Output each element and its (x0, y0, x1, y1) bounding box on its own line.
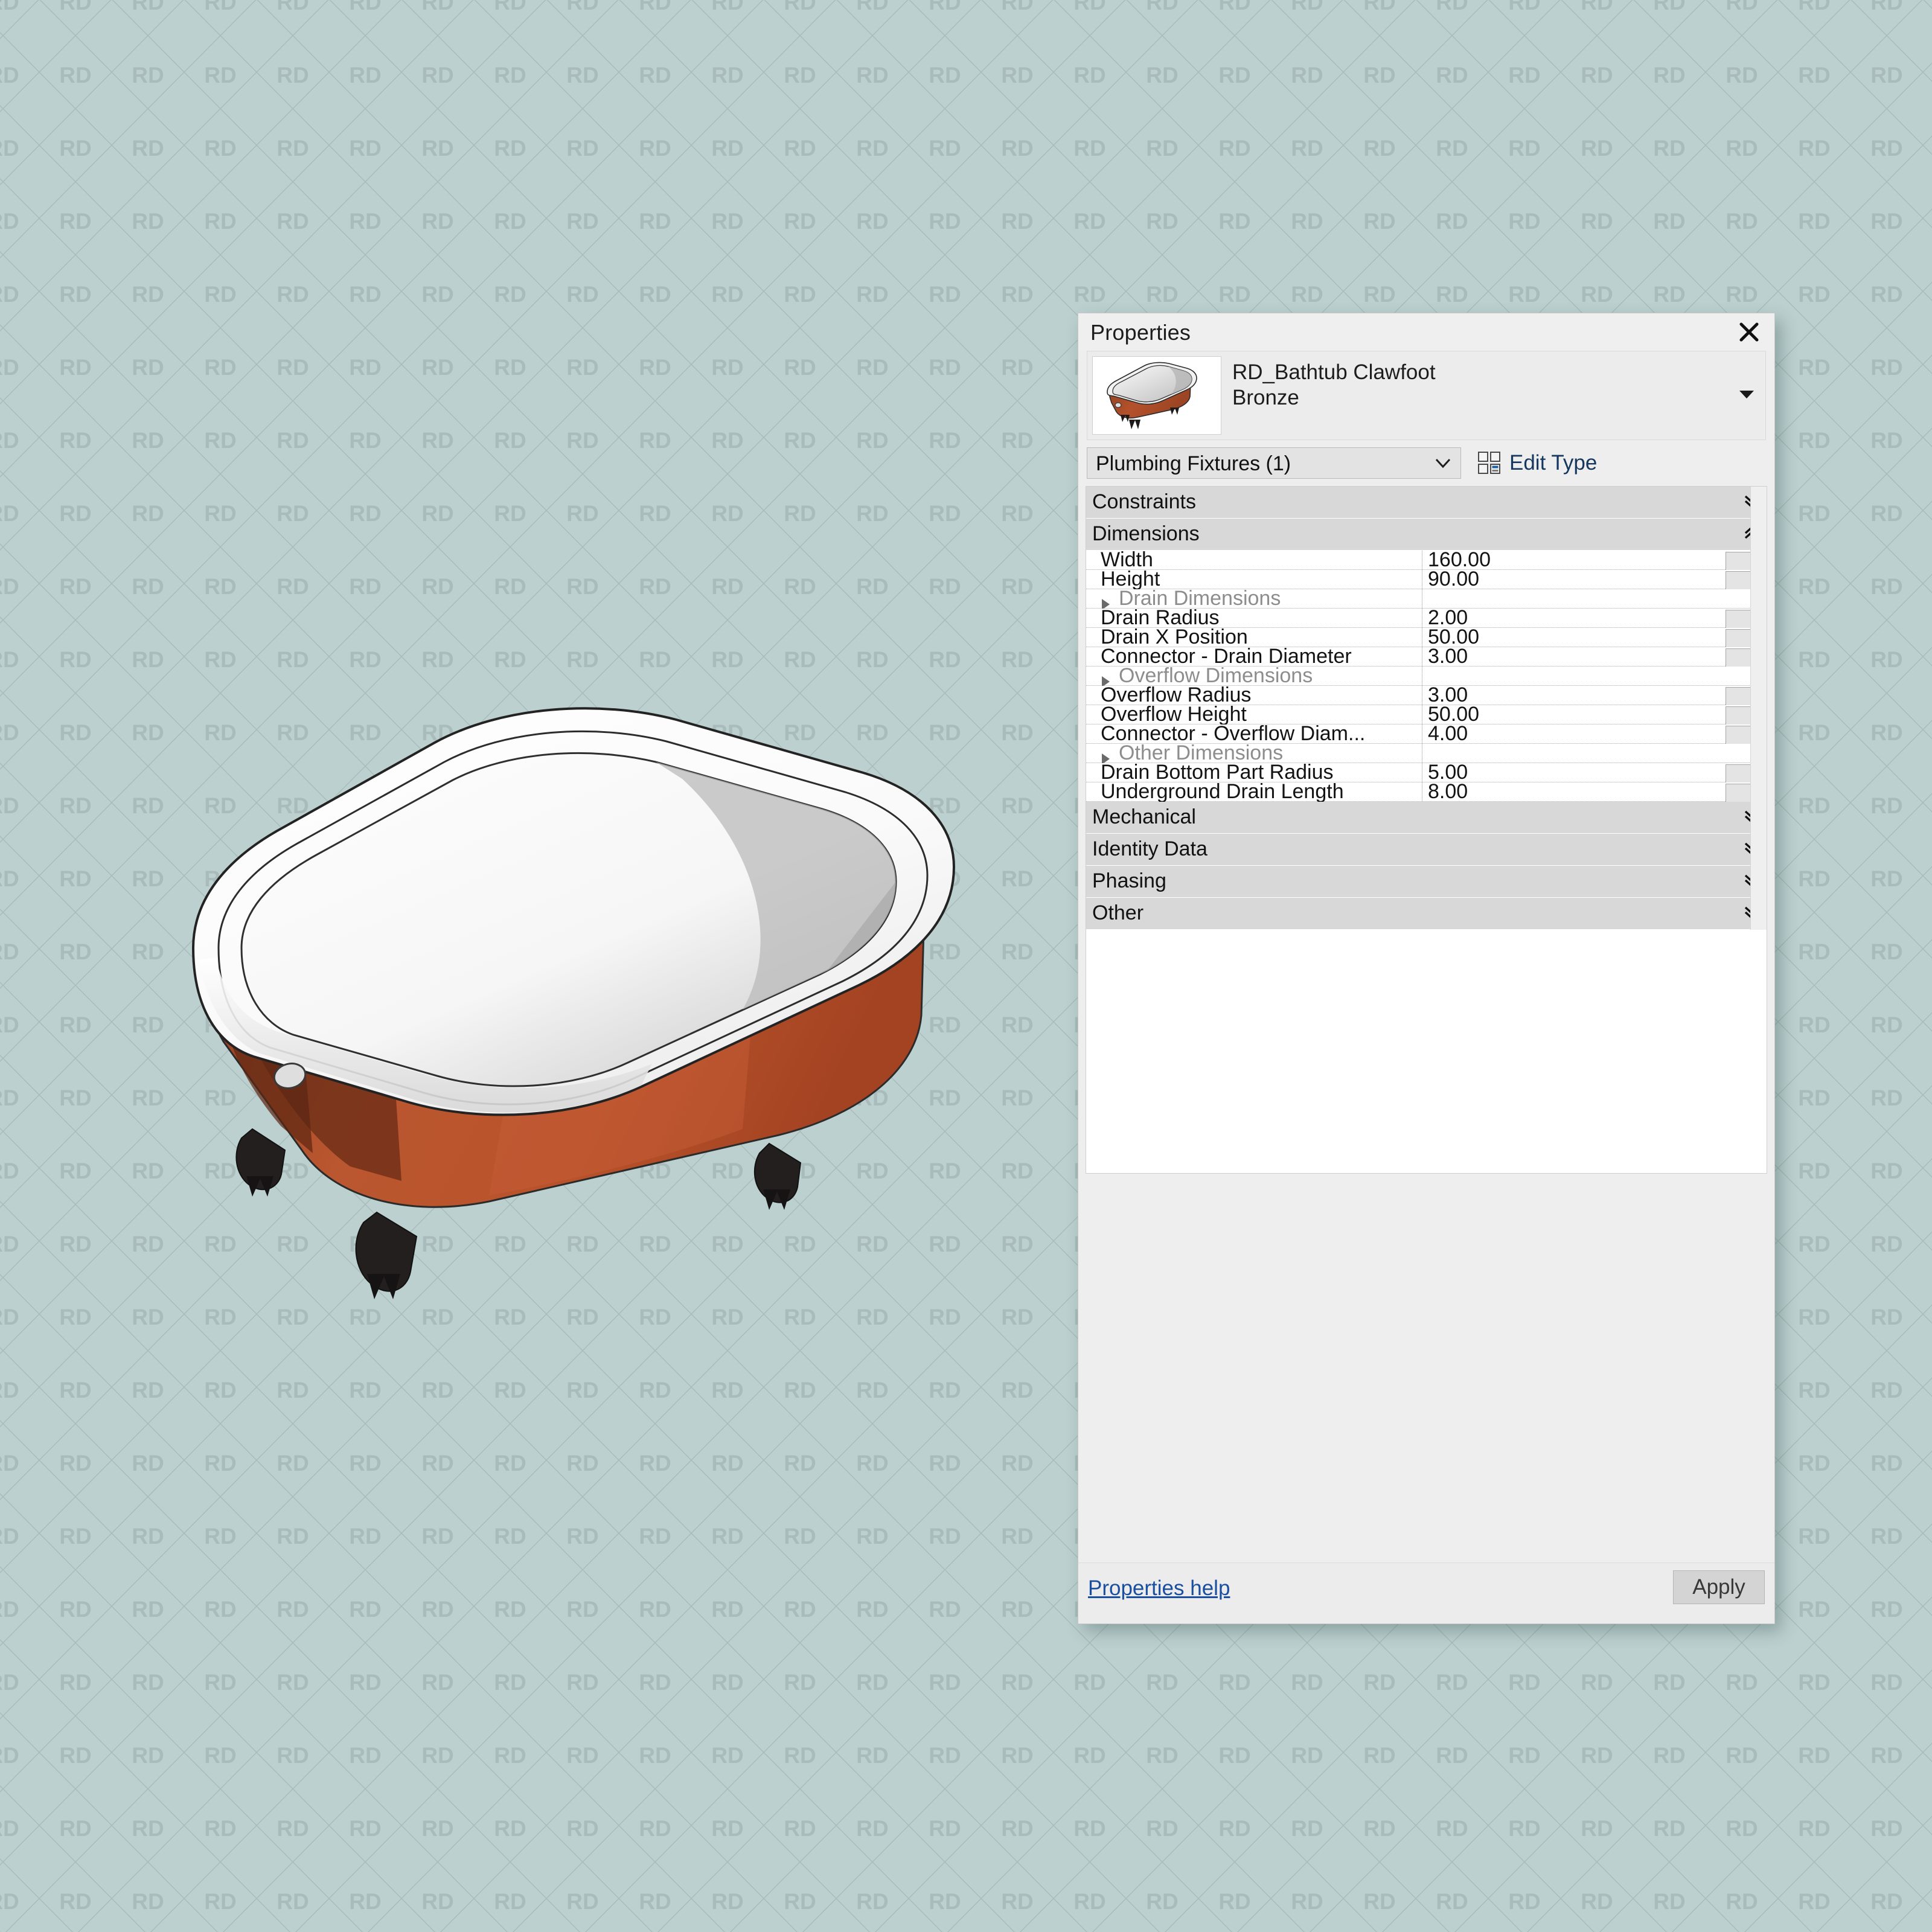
panel-footer: Properties help Apply (1078, 1563, 1774, 1623)
bathtub-thumbnail (1092, 356, 1221, 435)
triangle-down-icon[interactable] (1736, 386, 1757, 401)
property-row[interactable]: Width 160.00 (1086, 548, 1767, 586)
category-select[interactable]: Plumbing Fixtures (1) (1087, 447, 1461, 479)
property-value[interactable]: 3.00 (1428, 645, 1468, 668)
element-type-name: RD_Bathtub Clawfoot Bronze (1232, 360, 1601, 411)
table-scrollbar[interactable] (1750, 487, 1767, 930)
property-group-label: Constraints (1092, 490, 1196, 513)
property-group-header[interactable]: Identity Data (1086, 834, 1767, 866)
close-glyph (1739, 322, 1759, 342)
bathtub-3d-model (151, 525, 1026, 1371)
chevron-down-glyph (1435, 458, 1451, 469)
triangle-down-glyph (1739, 391, 1754, 398)
panel-titlebar: Properties (1078, 313, 1774, 351)
edit-type-glyph (1478, 452, 1500, 474)
element-identity-block[interactable]: RD_Bathtub Clawfoot Bronze (1087, 351, 1766, 440)
page-title: Properties (1090, 320, 1191, 345)
type-selector-row: Plumbing Fixtures (1) Edit Type (1087, 447, 1766, 481)
apply-button[interactable]: Apply (1673, 1570, 1765, 1604)
property-row[interactable]: Underground Drain Length 8.00 (1086, 780, 1767, 817)
property-value[interactable]: 8.00 (1428, 780, 1468, 804)
edit-type-icon (1478, 452, 1502, 475)
property-name: Underground Drain Length (1101, 780, 1344, 803)
property-group-label: Phasing (1092, 869, 1166, 892)
property-value[interactable]: 90.00 (1428, 568, 1479, 591)
property-group-label: Identity Data (1092, 837, 1208, 860)
property-group-header[interactable]: Constraints (1086, 487, 1767, 519)
table-empty-area (1086, 930, 1767, 1174)
category-select-value: Plumbing Fixtures (1) (1096, 452, 1291, 475)
properties-help-link[interactable]: Properties help (1088, 1576, 1230, 1601)
edit-type-label: Edit Type (1509, 451, 1598, 475)
property-group-header[interactable]: Phasing (1086, 866, 1767, 898)
type-name: Bronze (1232, 386, 1299, 409)
edit-type-button[interactable]: Edit Type (1478, 449, 1597, 478)
property-group-header[interactable]: Dimensions (1086, 519, 1767, 551)
property-group-label: Mechanical (1092, 805, 1196, 828)
property-group-header[interactable]: Mechanical (1086, 802, 1767, 834)
property-group-label: Other (1092, 901, 1144, 924)
family-name: RD_Bathtub Clawfoot (1232, 360, 1436, 384)
property-group-header[interactable]: Other (1086, 898, 1767, 930)
property-value[interactable]: 4.00 (1428, 722, 1468, 746)
properties-palette[interactable]: Properties RD_Bathtub Clawfoot Bronze Pl… (1078, 313, 1775, 1624)
properties-table[interactable]: Constraints Dimensions Width 160.00 Height 90… (1086, 486, 1767, 930)
property-group-label: Dimensions (1092, 522, 1200, 545)
close-icon[interactable] (1735, 318, 1764, 346)
chevron-down-icon (1434, 456, 1452, 470)
